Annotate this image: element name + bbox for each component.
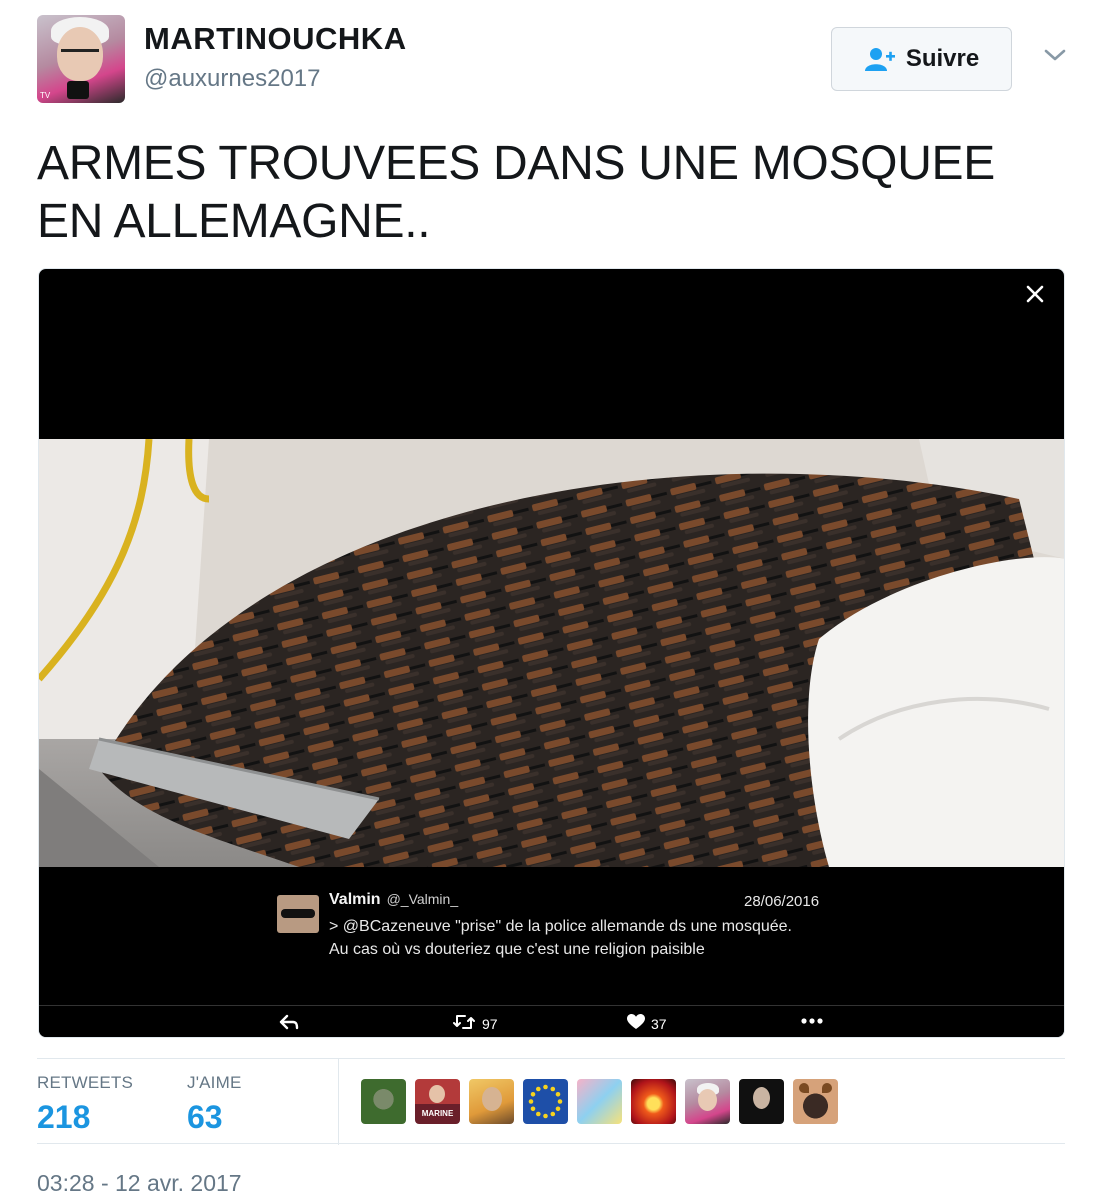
embedded-retweet-count: 97 <box>482 1015 498 1032</box>
retweets-label: RETWEETS <box>37 1073 134 1092</box>
follow-label: Suivre <box>905 45 980 72</box>
liker-avatar[interactable] <box>793 1079 838 1124</box>
sunglasses-icon <box>281 909 315 918</box>
liker-avatar[interactable] <box>523 1079 568 1124</box>
embedded-tweet: Valmin @_Valmin_ 28/06/2016 > @BCazeneuve… <box>39 867 1064 1037</box>
more-icon <box>801 1018 823 1024</box>
embedded-actions: 97 37 <box>39 1005 1064 1035</box>
follow-button[interactable]: Suivre <box>831 27 1012 91</box>
retweets-stat[interactable]: RETWEETS 218 <box>37 1073 133 1136</box>
tweet-text: ARMES TROUVEES DANS UNE MOSQUEE EN ALLEM… <box>37 135 1077 251</box>
display-name[interactable]: MARTINOUCHKA <box>144 21 407 57</box>
likes-label: J'AIME <box>187 1073 242 1092</box>
tweet-text-line2: EN ALLEMAGNE.. <box>37 195 431 248</box>
avatar-glasses <box>61 49 99 57</box>
liker-avatar[interactable] <box>631 1079 676 1124</box>
embedded-like-count: 37 <box>651 1015 667 1032</box>
user-handle[interactable]: @auxurnes2017 <box>144 65 320 93</box>
embedded-avatar <box>277 895 319 933</box>
liker-avatar[interactable] <box>469 1079 514 1124</box>
microphone-icon <box>67 81 89 99</box>
embedded-display-name: Valmin <box>329 891 381 908</box>
eu-stars-icon <box>528 1084 563 1119</box>
tweet-stats: RETWEETS 218 J'AIME 63 MARINE <box>37 1058 1065 1145</box>
liker-badge-text: MARINE <box>421 1109 454 1118</box>
liker-avatars: MARINE <box>361 1079 838 1125</box>
tweet-text-line1: ARMES TROUVEES DANS UNE MOSQUEE <box>37 137 995 190</box>
tweet-header: TV MARTINOUCHKA @auxurnes2017 Suivre <box>37 15 1077 105</box>
tweet-timestamp[interactable]: 03:28 - 12 avr. 2017 <box>37 1170 242 1197</box>
embedded-text: > @BCazeneuve "prise" de la police allem… <box>329 918 792 958</box>
stats-divider <box>338 1059 339 1145</box>
liker-avatar[interactable]: MARINE <box>415 1079 460 1124</box>
embedded-like: 37 <box>627 1014 667 1033</box>
likes-count: 63 <box>187 1099 223 1135</box>
add-user-icon <box>864 46 896 72</box>
user-avatar[interactable]: TV <box>37 15 125 103</box>
embedded-handle: @_Valmin_ <box>386 891 459 907</box>
liker-avatar[interactable] <box>685 1079 730 1124</box>
retweet-icon <box>452 1014 476 1033</box>
likes-stat[interactable]: J'AIME 63 <box>187 1073 242 1136</box>
liker-avatar[interactable] <box>577 1079 622 1124</box>
reply-icon <box>279 1014 299 1030</box>
close-icon[interactable] <box>1020 279 1050 309</box>
heart-icon <box>627 1014 645 1033</box>
liker-avatar[interactable] <box>739 1079 784 1124</box>
embedded-name: Valmin @_Valmin_ <box>329 891 458 909</box>
retweets-count: 218 <box>37 1099 91 1135</box>
liker-avatar[interactable] <box>361 1079 406 1124</box>
weapons-photo <box>39 439 1064 867</box>
embedded-retweet: 97 <box>452 1014 498 1033</box>
embedded-date: 28/06/2016 <box>744 893 820 910</box>
tweet-media[interactable]: Valmin @_Valmin_ 28/06/2016 > @BCazeneuve… <box>38 268 1065 1038</box>
avatar-tv-label: TV <box>40 91 51 100</box>
chevron-down-icon[interactable] <box>1040 43 1070 67</box>
